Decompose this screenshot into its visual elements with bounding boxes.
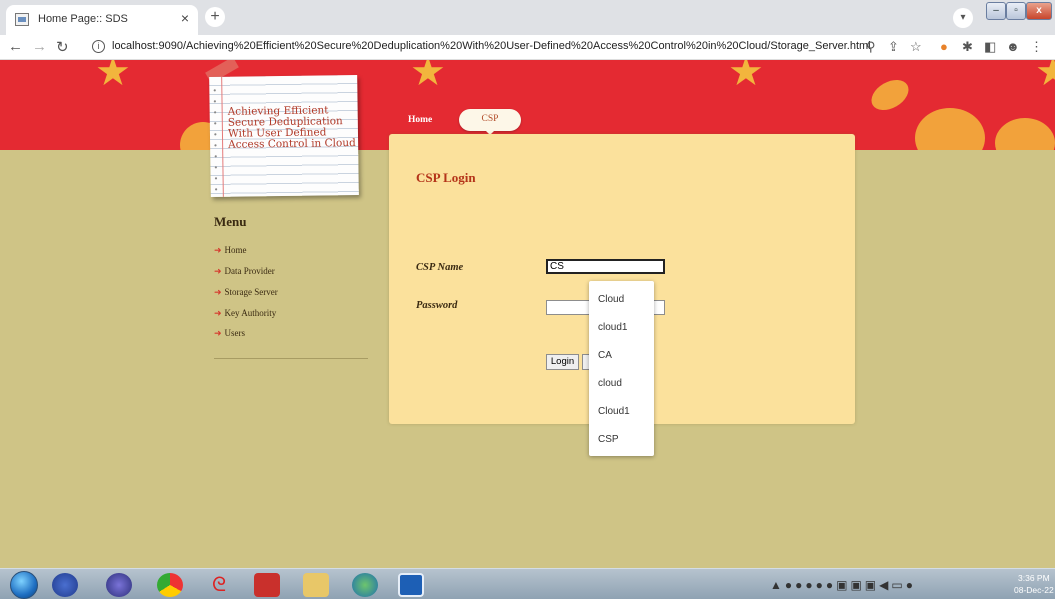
menu-item-data-provider[interactable]: ➜ Data Provider xyxy=(214,266,275,277)
nav-csp-tab[interactable]: CSP xyxy=(459,109,521,135)
page-favicon-icon xyxy=(15,13,29,26)
menu-item-key-authority[interactable]: ➜ Key Authority xyxy=(214,308,276,319)
eclipse-icon[interactable] xyxy=(106,573,132,597)
arrow-bullet-icon: ➜ xyxy=(214,245,222,255)
browser-tab[interactable]: Home Page:: SDS × xyxy=(6,5,198,35)
arrow-bullet-icon: ➜ xyxy=(214,287,222,297)
taskbar-clock[interactable]: 3:36 PM 08-Dec-22 xyxy=(1014,572,1054,596)
address-bar-row: ← → ↻ i localhost:9090/Achieving%20Effic… xyxy=(0,35,1055,60)
menu-item-storage-server[interactable]: ➜ Storage Server xyxy=(214,287,278,298)
bookmark-star-icon[interactable]: ☆ xyxy=(910,39,922,55)
windows-taskbar: ᘓ ▲●●●●●▣▣▣◀▭● 3:36 PM 08-Dec-22 xyxy=(0,568,1055,599)
login-title: CSP Login xyxy=(416,170,476,185)
extensions-puzzle-icon[interactable]: ✱ xyxy=(962,39,973,55)
reload-icon[interactable]: ↻ xyxy=(56,38,69,56)
star-decoration-icon: ★ xyxy=(728,60,764,94)
ie-icon[interactable] xyxy=(52,573,78,597)
menu-divider xyxy=(214,358,368,359)
csp-name-input[interactable] xyxy=(546,259,665,274)
tab-search-chevron-icon[interactable]: ▾ xyxy=(953,8,973,28)
autocomplete-option[interactable]: Cloud xyxy=(598,294,624,305)
menu-item-home[interactable]: ➜ Home xyxy=(214,245,247,256)
close-window-button[interactable]: x xyxy=(1026,2,1052,20)
new-tab-button[interactable]: + xyxy=(205,7,225,27)
extension-icon[interactable]: ● xyxy=(940,39,948,54)
csp-name-label: CSP Name xyxy=(416,262,464,273)
star-decoration-icon: ★ xyxy=(410,60,446,94)
autocomplete-option[interactable]: cloud xyxy=(598,378,622,389)
close-tab-icon[interactable]: × xyxy=(181,10,189,26)
site-info-icon[interactable]: i xyxy=(92,40,105,53)
clock-date: 08-Dec-22 xyxy=(1014,585,1054,595)
maximize-button[interactable]: ▫ xyxy=(1006,2,1026,20)
menu-item-label: Users xyxy=(224,328,246,338)
autocomplete-option[interactable]: CSP xyxy=(598,434,619,445)
side-panel-icon[interactable]: ◧ xyxy=(984,39,996,55)
password-label: Password xyxy=(416,300,458,311)
swirl-decoration-icon xyxy=(915,108,985,150)
tab-title: Home Page:: SDS xyxy=(38,13,128,25)
star-decoration-icon: ★ xyxy=(95,60,131,94)
forward-arrow-icon[interactable]: → xyxy=(32,38,47,55)
app-icon[interactable]: ᘓ xyxy=(206,573,232,597)
autocomplete-option[interactable]: cloud1 xyxy=(598,322,627,333)
menu-item-label: Home xyxy=(224,245,247,255)
site-title-line: Access Control in Cloud xyxy=(228,136,356,151)
star-decoration-icon: ★ xyxy=(1035,60,1055,94)
menu-item-label: Data Provider xyxy=(224,266,275,276)
nav-home-link[interactable]: Home xyxy=(408,115,432,125)
arrow-bullet-icon: ➜ xyxy=(214,328,222,338)
login-button[interactable]: Login xyxy=(546,354,579,370)
arrow-bullet-icon: ➜ xyxy=(214,266,222,276)
start-button[interactable] xyxy=(10,571,38,599)
zoom-icon[interactable]: ⚲ xyxy=(866,39,876,55)
minimize-button[interactable]: – xyxy=(986,2,1006,20)
browser-menu-icon[interactable]: ⋮ xyxy=(1030,39,1043,55)
share-icon[interactable]: ⇪ xyxy=(888,39,899,55)
autocomplete-option[interactable]: CA xyxy=(598,350,612,361)
site-title: Achieving Efficient Secure Deduplication… xyxy=(228,105,369,151)
swirl-decoration-icon xyxy=(995,118,1055,150)
site-title-notepaper: • • • • • • • • • • Achieving Efficient Secure De… xyxy=(209,74,359,198)
autocomplete-dropdown: Cloud cloud1 CA cloud Cloud1 CSP xyxy=(589,281,654,456)
app-icon[interactable] xyxy=(352,573,378,597)
menu-item-label: Storage Server xyxy=(224,287,278,297)
window-controls: – ▫ x xyxy=(986,2,1052,22)
menu-title: Menu xyxy=(214,214,247,229)
notepaper-holes: • • • • • • • • • • xyxy=(213,85,218,194)
url-field[interactable]: localhost:9090/Achieving%20Efficient%20S… xyxy=(112,40,871,52)
active-app-icon[interactable] xyxy=(398,573,424,597)
file-explorer-icon[interactable] xyxy=(303,573,329,597)
pdf-reader-icon[interactable] xyxy=(254,573,280,597)
menu-item-users[interactable]: ➜ Users xyxy=(214,328,245,339)
browser-tab-strip: Home Page:: SDS × + ▾ – ▫ x xyxy=(0,0,1055,35)
chrome-icon[interactable] xyxy=(157,573,183,597)
back-arrow-icon[interactable]: ← xyxy=(8,38,23,55)
web-page: ★ ★ ★ ★ • • • • • • • • • • Achieving Efficient S… xyxy=(0,60,1055,568)
menu-item-label: Key Authority xyxy=(224,308,277,318)
swirl-decoration-icon xyxy=(866,73,914,117)
clock-time: 3:36 PM xyxy=(1018,573,1050,583)
profile-avatar-icon[interactable]: ☻ xyxy=(1006,39,1020,54)
arrow-bullet-icon: ➜ xyxy=(214,308,222,318)
system-tray[interactable]: ▲●●●●●▣▣▣◀▭● xyxy=(770,578,916,592)
autocomplete-option[interactable]: Cloud1 xyxy=(598,406,630,417)
